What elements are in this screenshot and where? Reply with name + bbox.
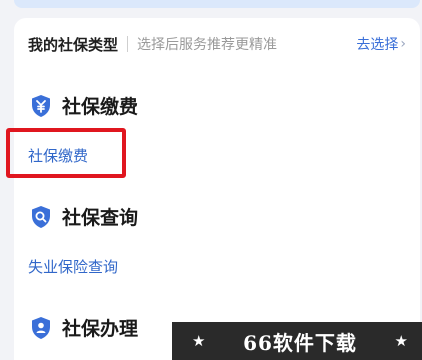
social-security-type-hint: 选择后服务推荐更精准: [137, 37, 278, 53]
social-security-card: 我的社保类型 选择后服务推荐更精准 去选择 › 社保缴费 社保缴费 社保查询 失…: [14, 18, 420, 360]
section-payment-header: 社保缴费: [30, 92, 138, 119]
section-inquiry-title: 社保查询: [62, 207, 139, 229]
top-banner: [14, 0, 420, 8]
section-inquiry-header: 社保查询: [30, 203, 138, 230]
star-icon: ★: [192, 332, 206, 350]
unemployment-insurance-query-link[interactable]: 失业保险查询: [28, 256, 118, 277]
highlight-box: [6, 128, 126, 178]
divider: [127, 36, 129, 52]
watermark-text: 66软件下载: [243, 330, 357, 355]
section-handling-header: 社保办理: [30, 314, 138, 341]
select-type-button[interactable]: 去选择 ›: [356, 34, 406, 54]
person-shield-icon: [32, 316, 50, 339]
star-icon: ★: [394, 332, 408, 350]
section-handling-title: 社保办理: [62, 318, 139, 340]
search-shield-icon: [32, 205, 50, 228]
social-security-type-row: 我的社保类型 选择后服务推荐更精准 去选择 ›: [14, 18, 420, 70]
social-security-type-title: 我的社保类型: [28, 35, 119, 54]
chevron-right-icon: ›: [400, 36, 406, 52]
select-type-label: 去选择: [356, 37, 399, 53]
section-payment-title: 社保缴费: [62, 96, 139, 118]
watermark-banner: ★ 66软件下载 ★: [172, 322, 422, 360]
yuan-shield-icon: [32, 94, 50, 117]
